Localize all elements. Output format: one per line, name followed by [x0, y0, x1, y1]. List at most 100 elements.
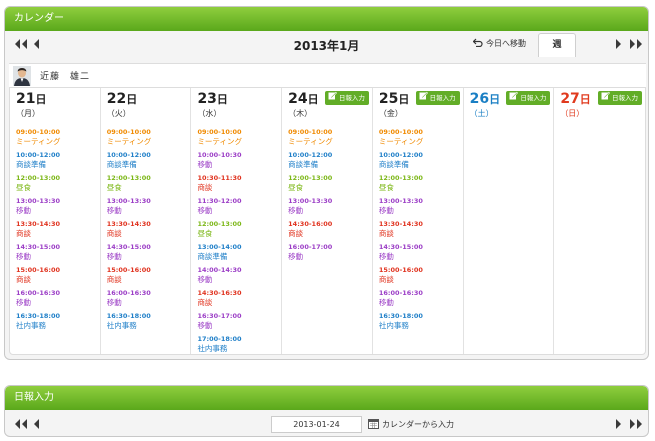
calendar-event[interactable]: 14:30-16:30 商談 — [197, 289, 279, 312]
calendar-event[interactable]: 09:00-10:00 ミーティング — [107, 128, 189, 151]
calendar-event[interactable]: 10:00-12:00 商談準備 — [288, 151, 370, 174]
calendar-event[interactable]: 10:00-12:00 商談準備 — [379, 151, 461, 174]
calendar-event[interactable]: 13:30-14:30 商談 — [379, 220, 461, 243]
calendar-event[interactable]: 11:30-12:00 移動 — [197, 197, 279, 220]
calendar-event[interactable]: 16:00-17:00 移動 — [288, 243, 370, 266]
event-time: 09:00-10:00 — [106, 128, 151, 136]
event-time: 09:00-10:00 — [288, 128, 333, 136]
event-title: 商談 — [288, 229, 304, 238]
event-title: 移動 — [197, 275, 213, 284]
calendar-event[interactable]: 14:30-15:00 移動 — [107, 243, 189, 266]
day-column: 25日 （金） 日報入力 09:00-10:00 ミーティング 10:00-12:00 商談… — [373, 88, 464, 354]
calendar-event[interactable]: 10:00-12:00 商談準備 — [107, 151, 189, 174]
day-number-value: 23 — [197, 91, 217, 107]
calendar-event[interactable]: 12:00-13:00 昼食 — [16, 174, 98, 197]
day-weekday: （土） — [469, 109, 494, 118]
calendar-event[interactable]: 16:30-17:00 移動 — [197, 312, 279, 335]
calendar-event[interactable]: 15:00-16:00 商談 — [379, 266, 461, 289]
day-number-unit: 日 — [126, 93, 138, 106]
day-number-unit: 日 — [489, 93, 501, 106]
event-time: 16:30-17:00 — [197, 312, 242, 320]
calendar-event[interactable]: 13:00-13:30 移動 — [288, 197, 370, 220]
event-list: 09:00-10:00 ミーティング 10:00-12:00 商談準備 12:00-13… — [107, 128, 189, 335]
calendar-event[interactable]: 12:00-13:00 昼食 — [288, 174, 370, 197]
calendar-event[interactable]: 15:00-16:00 商談 — [16, 266, 98, 289]
calendar-event[interactable]: 15:00-16:00 商談 — [107, 266, 189, 289]
calendar-event[interactable]: 13:30-14:30 商談 — [107, 220, 189, 243]
event-time: 13:00-14:00 — [197, 243, 242, 251]
event-title: 昼食 — [378, 183, 394, 192]
calendar-event[interactable]: 09:00-10:00 ミーティング — [379, 128, 461, 151]
calendar-event[interactable]: 14:00-14:30 移動 — [197, 266, 279, 289]
calendar-event[interactable]: 16:00-16:30 移動 — [107, 289, 189, 312]
event-title: 社内事務 — [197, 344, 228, 353]
event-title: 商談準備 — [288, 160, 319, 169]
calendar-event[interactable]: 10:00-12:00 商談準備 — [16, 151, 98, 174]
calendar-event[interactable]: 16:30-18:00 社内事務 — [16, 312, 98, 335]
calendar-event[interactable]: 13:00-13:30 移動 — [16, 197, 98, 220]
date-input[interactable] — [271, 416, 362, 433]
left-arrow-icon[interactable] — [32, 418, 40, 430]
event-title: 商談 — [197, 183, 213, 192]
calendar-event[interactable]: 13:00-13:30 移動 — [107, 197, 189, 220]
event-time: 14:30-15:00 — [106, 243, 151, 251]
calendar-panel: カレンダー 2013年1月 今日へ移動 週 近藤 雄二 21日 （月） 09:0… — [4, 6, 649, 360]
calendar-event[interactable]: 14:30-16:00 商談 — [288, 220, 370, 243]
calendar-event[interactable]: 16:30-18:00 社内事務 — [107, 312, 189, 335]
calendar-event[interactable]: 09:00-10:00 ミーティング — [16, 128, 98, 151]
day-number-value: 27 — [560, 91, 580, 107]
event-title: 商談準備 — [197, 252, 228, 261]
calendar-event[interactable]: 10:00-10:30 移動 — [197, 151, 279, 174]
day-header: 26日 （土） 日報入力 — [464, 88, 554, 124]
right-arrow-icon[interactable] — [615, 38, 623, 50]
double-left-arrow-icon[interactable] — [14, 38, 28, 50]
left-arrow-icon[interactable] — [32, 38, 40, 50]
event-time: 10:00-12:00 — [16, 151, 61, 159]
calendar-event[interactable]: 16:30-18:00 社内事務 — [379, 312, 461, 335]
double-right-arrow-icon[interactable] — [629, 38, 643, 50]
event-time: 13:30-14:30 — [106, 220, 151, 228]
daily-report-panel: 日報入力 カレンダーから入力 — [4, 385, 649, 437]
daily-report-label: 日報入力 — [520, 94, 547, 102]
daily-report-button[interactable]: 日報入力 — [506, 91, 551, 105]
calendar-event[interactable]: 10:30-11:30 商談 — [197, 174, 279, 197]
calendar-event[interactable]: 12:00-13:00 昼食 — [107, 174, 189, 197]
calendar-input-button[interactable]: カレンダーから入力 — [368, 418, 454, 431]
day-weekday: （火） — [106, 109, 131, 118]
event-time: 13:00-13:30 — [288, 197, 333, 205]
calendar-event[interactable]: 09:00-10:00 ミーティング — [288, 128, 370, 151]
calendar-event[interactable]: 13:00-13:30 移動 — [379, 197, 461, 220]
calendar-event[interactable]: 12:00-13:00 昼食 — [197, 220, 279, 243]
calendar-event[interactable]: 16:00-16:30 移動 — [379, 289, 461, 312]
day-number-unit: 日 — [307, 93, 319, 106]
calendar-event[interactable]: 16:00-16:30 移動 — [16, 289, 98, 312]
calendar-event[interactable]: 12:00-13:00 昼食 — [379, 174, 461, 197]
double-left-arrow-icon[interactable] — [14, 418, 28, 430]
day-number-value: 21 — [16, 91, 36, 107]
right-arrow-icon[interactable] — [615, 418, 623, 430]
daily-report-button[interactable]: 日報入力 — [598, 91, 643, 105]
event-time: 13:00-13:30 — [16, 197, 61, 205]
event-title: 商談 — [378, 229, 394, 238]
day-number: 25日 — [379, 91, 409, 107]
calendar-event[interactable]: 14:30-15:00 移動 — [379, 243, 461, 266]
calendar-event[interactable]: 09:00-10:00 ミーティング — [197, 128, 279, 151]
event-time: 10:00-12:00 — [288, 151, 333, 159]
day-column: 21日 （月） 09:00-10:00 ミーティング 10:00-12:00 商談準備 12… — [10, 88, 101, 354]
calendar-event[interactable]: 13:30-14:30 商談 — [16, 220, 98, 243]
event-title: 商談 — [106, 229, 122, 238]
tab-week[interactable]: 週 — [538, 33, 576, 57]
double-right-arrow-icon[interactable] — [629, 418, 643, 430]
event-time: 16:30-18:00 — [378, 312, 423, 320]
calendar-event[interactable]: 13:00-14:00 商談準備 — [197, 243, 279, 266]
event-title: 商談 — [378, 275, 394, 284]
event-title: 社内事務 — [378, 321, 409, 330]
event-time: 09:00-10:00 — [16, 128, 61, 136]
daily-report-button[interactable]: 日報入力 — [324, 91, 369, 105]
daily-report-button[interactable]: 日報入力 — [415, 91, 460, 105]
calendar-event[interactable]: 17:00-18:00 社内事務 — [197, 335, 279, 358]
today-button[interactable]: 今日へ移動 — [472, 38, 526, 49]
daily-report-label: 日報入力 — [338, 94, 365, 102]
event-title: 移動 — [378, 252, 394, 261]
calendar-event[interactable]: 14:30-15:00 移動 — [16, 243, 98, 266]
